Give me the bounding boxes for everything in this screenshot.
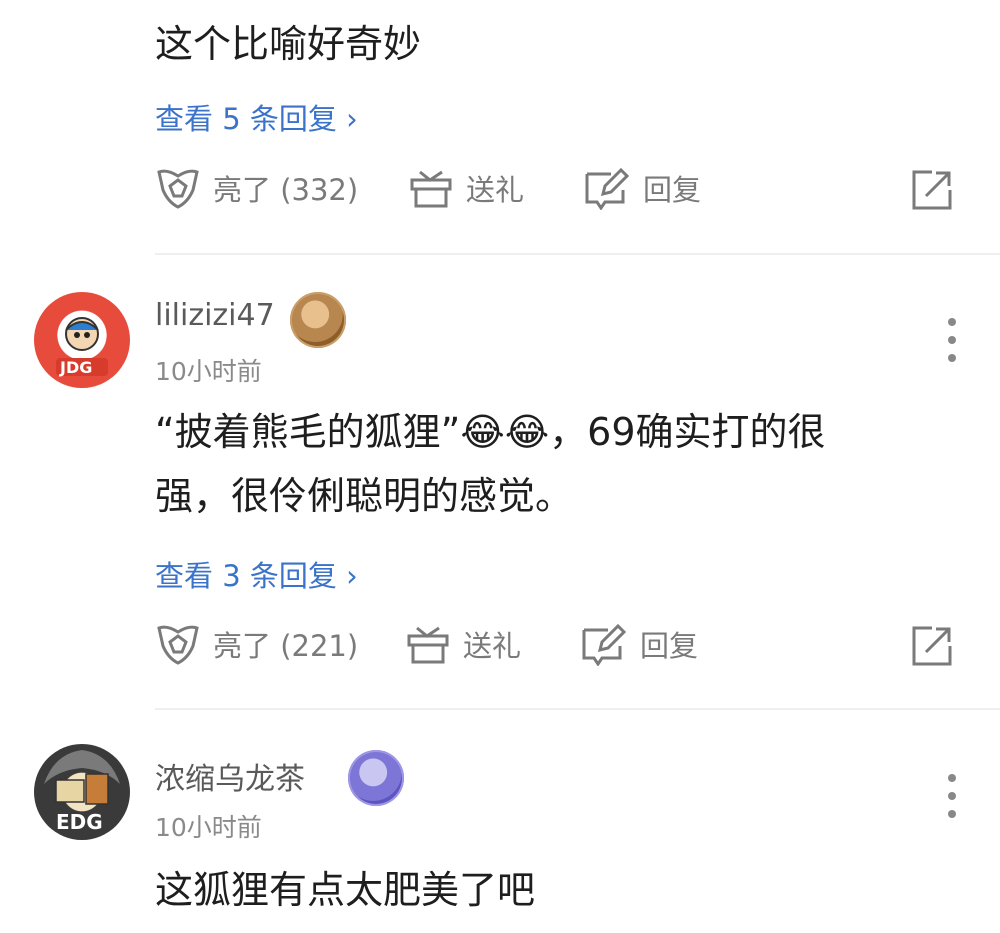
divider (155, 253, 1000, 255)
more-options-icon[interactable] (946, 318, 958, 362)
comment-text-line1: “披着熊毛的狐狸”😂😂，69确实打的很 (155, 410, 826, 454)
gift-button[interactable]: 送礼 (408, 166, 524, 210)
comment-text-line2: 强，很伶俐聪明的感觉。 (155, 474, 574, 518)
like-button[interactable]: 亮了 (221) (155, 622, 358, 666)
view-replies-link[interactable]: 查看 3 条回复 › (155, 553, 358, 595)
like-count: 亮了 (332) (213, 173, 359, 207)
like-count: 亮了 (221) (213, 629, 359, 663)
comment-time: 10小时前 (155, 813, 262, 842)
shield-like-icon (157, 169, 199, 209)
avatar-team-text: EDG (56, 810, 103, 834)
share-button[interactable] (910, 168, 954, 216)
edit-reply-icon (582, 623, 627, 666)
comment-text: 这狐狸有点太肥美了吧 (155, 868, 536, 912)
shield-like-icon (157, 625, 199, 665)
more-options-icon[interactable] (946, 774, 958, 818)
like-button[interactable]: 亮了 (332) (155, 166, 358, 210)
avatar[interactable]: EDG (34, 744, 130, 840)
reply-label: 回复 (640, 629, 699, 663)
username[interactable]: 浓缩乌龙茶 (155, 754, 305, 798)
gift-icon (407, 626, 449, 664)
reply-label: 回复 (643, 173, 702, 207)
user-badge-icon (348, 750, 404, 806)
reply-button[interactable]: 回复 (583, 166, 701, 210)
gift-icon (410, 170, 452, 208)
avatar-team-text: JDG (60, 358, 93, 377)
share-button[interactable] (910, 624, 954, 672)
user-badge-icon (290, 292, 346, 348)
share-icon (912, 626, 952, 666)
avatar[interactable]: JDG (34, 292, 130, 388)
gift-label: 送礼 (463, 629, 522, 663)
share-icon (912, 170, 952, 210)
comment-text: 这个比喻好奇妙 (155, 22, 422, 66)
gift-button[interactable]: 送礼 (405, 622, 521, 666)
comment-time: 10小时前 (155, 357, 262, 386)
gift-label: 送礼 (466, 173, 525, 207)
username[interactable]: lilizizi47 (155, 298, 275, 333)
edit-reply-icon (585, 167, 630, 210)
divider (155, 708, 1000, 710)
reply-button[interactable]: 回复 (580, 622, 698, 666)
view-replies-link[interactable]: 查看 5 条回复 › (155, 96, 358, 138)
